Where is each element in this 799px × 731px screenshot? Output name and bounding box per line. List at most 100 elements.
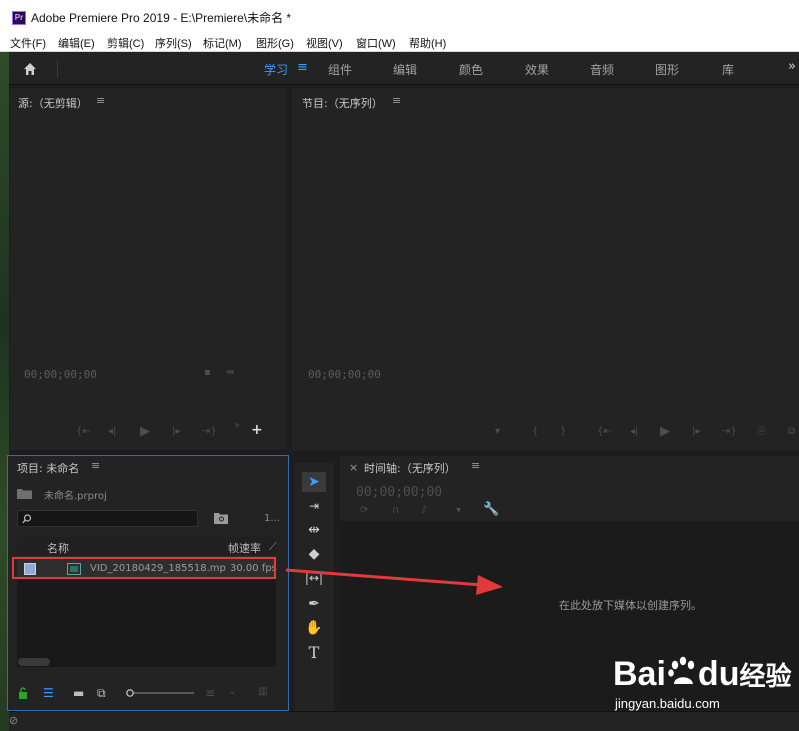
program-mark-in-icon[interactable]: { (532, 426, 538, 437)
snap-icon[interactable]: ∩ (392, 505, 399, 516)
project-item-count: 1... (264, 513, 280, 524)
menu-clip[interactable]: 剪辑(C) (107, 35, 144, 51)
source-panel-menu-icon[interactable]: ≡ (96, 94, 105, 107)
annotation-highlight-box (12, 557, 276, 579)
status-link-icon[interactable]: ⊘ (9, 714, 18, 727)
project-panel-title[interactable]: 项目: 未命名 (17, 460, 79, 476)
add-marker-icon[interactable]: ▾ (456, 505, 461, 516)
program-step-back-icon[interactable]: ◂| (630, 426, 638, 437)
list-view-icon[interactable]: ☰ (43, 686, 54, 700)
icon-view-icon[interactable]: ▬ (73, 686, 84, 700)
timeline-timecode[interactable]: 00;00;00;00 (356, 485, 442, 500)
program-add-marker-icon[interactable]: ▾ (495, 426, 500, 437)
menu-edit[interactable]: 编辑(E) (58, 35, 95, 51)
title-bar: Pr Adobe Premiere Pro 2019 - E:\Premiere… (0, 0, 799, 34)
project-list-header: 名称 帧速率 ⟋ (17, 537, 277, 557)
menu-sequence[interactable]: 序列(S) (155, 35, 192, 51)
workspace-color[interactable]: 颜色 (459, 61, 483, 78)
watermark-cn: 经验 (739, 662, 792, 692)
source-panel-title[interactable]: 源:（无剪辑） (18, 95, 88, 111)
menu-bar: 文件(F) 编辑(E) 剪辑(C) 序列(S) 标记(M) 图形(G) 视图(V… (0, 34, 799, 52)
project-file-name: 未命名.prproj (44, 491, 107, 502)
program-extract-icon[interactable]: ⧉ (788, 426, 795, 437)
timeline-panel-menu-icon[interactable]: ≡ (471, 459, 480, 472)
hand-tool-icon[interactable]: ✋ (302, 618, 326, 638)
program-monitor-panel: 节目:（无序列） ≡ 00;00;00;00 ▾ { } {⇤ ◂| ▶ |▸ … (292, 88, 799, 450)
slip-tool-icon[interactable]: |↔| (302, 568, 326, 588)
search-icon (22, 514, 32, 524)
watermark-brand-suffix: du (697, 655, 740, 693)
type-tool-icon[interactable]: T (302, 643, 326, 663)
program-play-icon[interactable]: ▶ (660, 424, 670, 439)
menu-file[interactable]: 文件(F) (10, 35, 46, 51)
column-header-name[interactable]: 名称 (47, 540, 69, 556)
pen-tool-icon[interactable]: ✒ (302, 594, 326, 614)
watermark-brand: Bai (613, 655, 666, 693)
linked-selection-icon[interactable]: ⫽ (422, 505, 426, 516)
project-folder-icon (17, 489, 32, 499)
source-more-icon[interactable]: » (234, 420, 240, 431)
column-resize-icon[interactable]: ⟋ (269, 540, 277, 554)
baidu-jingyan-watermark: Bai du经验 (613, 655, 791, 694)
home-icon[interactable] (22, 61, 38, 77)
source-play-icon[interactable]: ▶ (140, 424, 150, 439)
program-lift-icon[interactable]: ⎘ (758, 426, 766, 437)
sort-icon[interactable]: ≡ (205, 686, 215, 700)
workspace-assembly[interactable]: 组件 (328, 61, 352, 78)
source-step-back-icon[interactable]: ◂| (108, 426, 116, 437)
program-go-to-in-icon[interactable]: {⇤ (597, 426, 612, 437)
project-horizontal-scrollbar[interactable] (18, 658, 50, 666)
source-go-to-out-icon[interactable]: ⇥} (202, 426, 217, 437)
program-timecode[interactable]: 00;00;00;00 (308, 368, 381, 381)
source-go-to-in-icon[interactable]: {⇤ (76, 426, 91, 437)
source-timecode[interactable]: 00;00;00;00 (24, 368, 97, 381)
source-add-button-icon[interactable]: + (251, 422, 263, 438)
find-icon[interactable]: ▥ (258, 686, 267, 697)
workspace-libraries[interactable]: 库 (722, 61, 734, 78)
workspace-graphics[interactable]: 图形 (655, 61, 679, 78)
source-step-forward-icon[interactable]: |▸ (172, 426, 180, 437)
new-search-bin-icon[interactable] (214, 512, 228, 524)
insert-sequence-as-nest-icon[interactable]: ⟳ (360, 505, 368, 516)
workspace-editing[interactable]: 编辑 (393, 61, 417, 78)
workspace-learn[interactable]: 学习 (264, 61, 288, 78)
project-panel-menu-icon[interactable]: ≡ (91, 459, 100, 472)
timeline-close-icon[interactable]: × (349, 461, 358, 474)
menu-help[interactable]: 帮助(H) (409, 35, 446, 51)
workspace-effects[interactable]: 效果 (525, 61, 549, 78)
workspace-menu-icon[interactable]: ≡ (297, 60, 308, 75)
workspace-audio[interactable]: 音频 (590, 61, 614, 78)
project-search-input[interactable] (17, 510, 198, 527)
lock-icon[interactable] (18, 687, 28, 699)
tools-panel: ➤ ⇥ ⇹ ◆ |↔| ✒ ✋ T (294, 463, 334, 711)
column-header-fps[interactable]: 帧速率 (228, 540, 261, 556)
menu-graphics[interactable]: 图形(G) (256, 35, 294, 51)
source-monitor-panel: 源:（无剪辑） ≡ 00;00;00;00 ▪ ⇹ {⇤ ◂| ▶ |▸ ⇥} … (10, 88, 287, 450)
zoom-slider[interactable] (126, 689, 196, 697)
source-drop-icon[interactable]: ▪ (204, 367, 211, 378)
timeline-panel-title[interactable]: 时间轴:（无序列） (364, 460, 456, 476)
program-mark-out-icon[interactable]: } (560, 426, 566, 437)
watermark-url: jingyan.baidu.com (615, 696, 720, 711)
timeline-settings-wrench-icon[interactable]: 🔧 (483, 502, 499, 517)
menu-marker[interactable]: 标记(M) (203, 35, 242, 51)
workspace-more-icon[interactable]: » (788, 59, 796, 74)
source-split-icon[interactable]: ⇹ (226, 367, 234, 378)
workspace-separator (57, 60, 58, 78)
automate-to-sequence-icon[interactable]: ⌄ (228, 686, 236, 697)
timeline-drop-hint: 在此处放下媒体以创建序列。 (559, 599, 702, 612)
menu-view[interactable]: 视图(V) (306, 35, 343, 51)
program-go-to-out-icon[interactable]: ⇥} (722, 426, 737, 437)
program-panel-title[interactable]: 节目:（无序列） (302, 95, 383, 111)
track-select-tool-icon[interactable]: ⇥ (302, 496, 326, 516)
razor-tool-icon[interactable]: ◆ (302, 544, 326, 564)
menu-window[interactable]: 窗口(W) (356, 35, 396, 51)
program-panel-menu-icon[interactable]: ≡ (392, 94, 401, 107)
program-step-forward-icon[interactable]: |▸ (692, 426, 700, 437)
status-bar: ⊘ (9, 711, 799, 731)
freeform-view-icon[interactable]: ⧉ (97, 686, 106, 701)
ripple-edit-tool-icon[interactable]: ⇹ (302, 520, 326, 540)
selection-tool-icon[interactable]: ➤ (302, 472, 326, 492)
timeline-panel-header: × 时间轴:（无序列） ≡ 00;00;00;00 ⟳ ∩ ⫽ ▾ 🔧 (340, 456, 799, 521)
baidu-paw-icon (668, 656, 695, 684)
